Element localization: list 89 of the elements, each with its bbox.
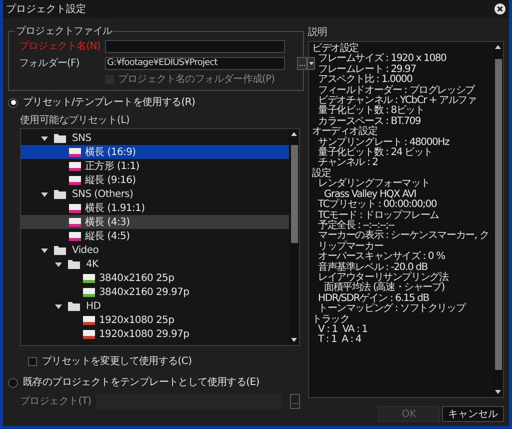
radio-button[interactable] [8, 98, 18, 108]
description-line: 予定全長 : --:--:--;-- [317, 220, 396, 231]
scroll-down-icon[interactable] [495, 390, 501, 394]
folder-field[interactable]: G:¥footage¥EDIUS¥Project [105, 57, 285, 70]
tree-folder[interactable]: SNS (Others) [72, 186, 134, 202]
tree-item[interactable]: 1920x1080 29.97p [21, 327, 289, 341]
caret-icon[interactable] [41, 134, 48, 142]
description-line: ビデオチャンネル : YCbCr + アルファ [317, 96, 478, 106]
preset-badge-icon [83, 330, 95, 338]
description-label: 説明 [308, 26, 328, 40]
scrollbar[interactable] [289, 129, 299, 345]
description-line: 量子化ビット数 : 8ビット [317, 106, 426, 116]
description-line: オーディオ設定 [312, 127, 378, 138]
tree-item[interactable]: 横長 (4:3) [21, 215, 289, 229]
preset-badge-icon [69, 232, 81, 240]
browse-button[interactable]: ... [297, 57, 307, 70]
description-line: フィールドオーダー : プログレッシブ [317, 86, 476, 96]
preset-badge-icon [83, 274, 95, 282]
radio-button[interactable] [8, 378, 18, 388]
scroll-up-icon[interactable] [495, 45, 501, 49]
folder-icon [54, 190, 66, 198]
radio-label[interactable]: 既存のプロジェクトをテンプレートとして使用する(E) [23, 375, 260, 390]
checkbox-label[interactable]: プリセットを変更して使用する(C) [42, 354, 192, 369]
description-line: TCプリセット : 00:00:00;00 [317, 200, 438, 210]
folder-icon [54, 246, 66, 254]
close-icon[interactable] [494, 3, 506, 15]
description-line: 面積平均法 (高速・シャープ) [323, 283, 446, 294]
description-line: 設定 [312, 168, 332, 179]
preset-badge-icon [69, 218, 81, 226]
description-line: アスペクト比 : 1.0000 [317, 75, 412, 86]
tree-item[interactable]: 正方形 (1:1) [21, 159, 289, 173]
preset-badge-icon [69, 204, 81, 212]
description-line: サンプリングレート : 48000Hz [317, 138, 450, 148]
description-line: フレームレート : 29.97 [317, 64, 417, 75]
scroll-thumb[interactable] [494, 58, 502, 370]
tree-item[interactable]: 縦長 (4:5) [21, 229, 289, 243]
description-line: Grass Valley HQX AVI [324, 190, 416, 200]
list-label: 使用可能なプリセット(L) [20, 114, 130, 128]
group-title: プロジェクトファイル [15, 24, 114, 39]
radio-label[interactable]: プリセット/テンプレートを使用する(R) [23, 95, 196, 110]
folder-icon [68, 260, 80, 268]
tree-item[interactable]: 1920x1080 25p [21, 313, 289, 327]
description-line: レンダリングフォーマット [317, 179, 431, 190]
caret-icon[interactable] [41, 190, 48, 198]
description-line: チャンネル : 2 [318, 158, 378, 168]
preset-badge-icon [69, 148, 81, 156]
tree-item[interactable]: 縦長 (9:16) [21, 173, 289, 187]
description-line: マーカーの表示 : シーケンスマーカー, クリップマーカー [317, 231, 490, 252]
caret-icon [308, 62, 314, 65]
dropdown-button[interactable] [307, 57, 315, 70]
field-label: プロジェクト(T) [20, 394, 92, 409]
tree-folder[interactable]: 4K [86, 256, 98, 272]
description-line: TCモード : ドロップフレーム [317, 210, 440, 220]
description-line: 音声基準レベル : -20.0 dB [317, 262, 428, 273]
preset-badge-icon [69, 176, 81, 184]
folder-icon [68, 302, 80, 310]
scroll-up-icon[interactable] [291, 132, 297, 136]
description-line: レイアウターリサンプリング法 [317, 272, 450, 283]
tree-folder[interactable]: HD [86, 298, 101, 314]
description-line: トラック [312, 314, 350, 325]
description-line: V : 1 VA : 1 [317, 324, 368, 335]
tree-folder[interactable]: Video [72, 242, 99, 258]
tree-folder[interactable]: SNS [72, 130, 92, 146]
tree-item[interactable]: 3840x2160 25p [21, 271, 289, 285]
description-line: フレームサイズ : 1920 x 1080 [317, 54, 448, 64]
tree-item[interactable]: 3840x2160 29.97p [21, 285, 289, 299]
description-line: オーバースキャンサイズ : 0 % [317, 252, 446, 262]
scroll-thumb[interactable] [290, 144, 298, 243]
field-label: プロジェクト名(N) [18, 40, 101, 54]
description-line: カラースペース : BT.709 [317, 116, 422, 127]
folder-icon [54, 134, 66, 142]
window-title: プロジェクト設定 [6, 2, 86, 16]
scroll-down-icon[interactable] [291, 338, 297, 342]
caret-icon[interactable] [55, 302, 62, 310]
description-line: トーンマッピング : ソフトクリップ [317, 304, 467, 314]
description-line: ビデオ設定 [312, 44, 359, 54]
preset-badge-icon [83, 316, 95, 324]
field-label: フォルダー(F) [18, 57, 80, 71]
tree-item[interactable]: 横長 (1.91:1) [21, 201, 289, 215]
description-line: HDR/SDRゲイン : 6.15 dB [317, 294, 429, 304]
scrollbar[interactable] [493, 42, 503, 397]
tree-item[interactable]: 横長 (16:9) [21, 145, 289, 159]
preset-badge-icon [83, 288, 95, 296]
preset-badge-icon [69, 162, 81, 170]
dialog-button[interactable]: キャンセル [442, 406, 504, 422]
description-line: T : 1 A : 4 [317, 335, 362, 346]
checkbox[interactable] [28, 357, 37, 366]
project-name-field[interactable] [105, 40, 285, 53]
description-line: 量子化ビット数 : 24 ビット [317, 148, 434, 158]
